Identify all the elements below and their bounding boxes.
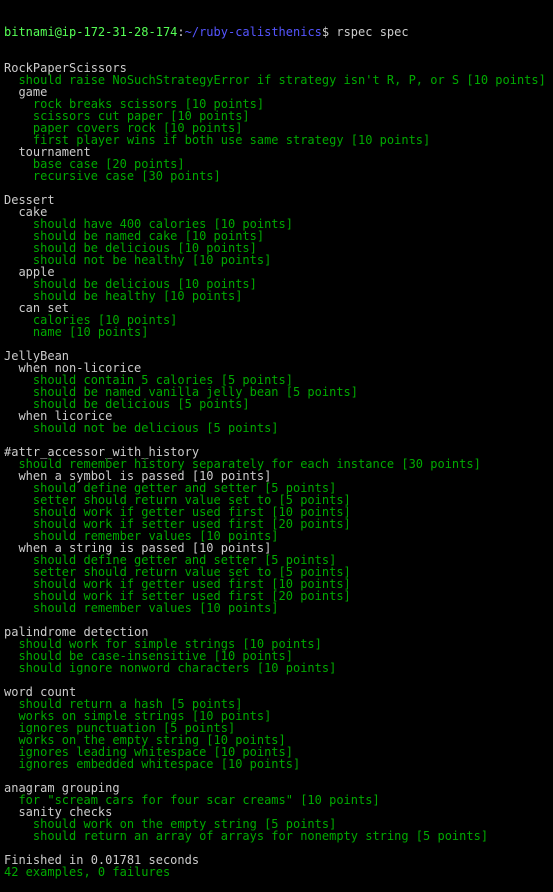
output-line: Finished in 0.01781 seconds [4, 854, 549, 866]
output-line: ignores embedded whitespace [10 points] [4, 758, 549, 770]
output-line [4, 182, 549, 194]
output-line [4, 674, 549, 686]
command-text: rspec spec [336, 25, 408, 39]
prompt-line: bitnami@ip-172-31-28-174:~/ruby-calisthe… [4, 26, 549, 38]
prompt-sep1: : [177, 25, 184, 39]
prompt-user-host: bitnami@ip-172-31-28-174 [4, 25, 177, 39]
prompt-sep2: $ [322, 25, 336, 39]
output-line: should be healthy [10 points] [4, 290, 549, 302]
output-line: should not be delicious [5 points] [4, 422, 549, 434]
prompt-path: ~/ruby-calisthenics [185, 25, 322, 39]
output-lines: RockPaperScissors should raise NoSuchStr… [4, 62, 549, 878]
output-line: 42 examples, 0 failures [4, 866, 549, 878]
terminal-output[interactable]: bitnami@ip-172-31-28-174:~/ruby-calisthe… [0, 0, 553, 892]
output-line: should raise NoSuchStrategyError if stra… [4, 74, 549, 86]
output-line: recursive case [30 points] [4, 170, 549, 182]
output-line: should remember values [10 points] [4, 602, 549, 614]
output-line: Dessert [4, 194, 549, 206]
output-line: should ignore nonword characters [10 poi… [4, 662, 549, 674]
output-line [4, 338, 549, 350]
output-line: should not be healthy [10 points] [4, 254, 549, 266]
output-line: should return an array of arrays for non… [4, 830, 549, 842]
output-line [4, 842, 549, 854]
output-line: name [10 points] [4, 326, 549, 338]
